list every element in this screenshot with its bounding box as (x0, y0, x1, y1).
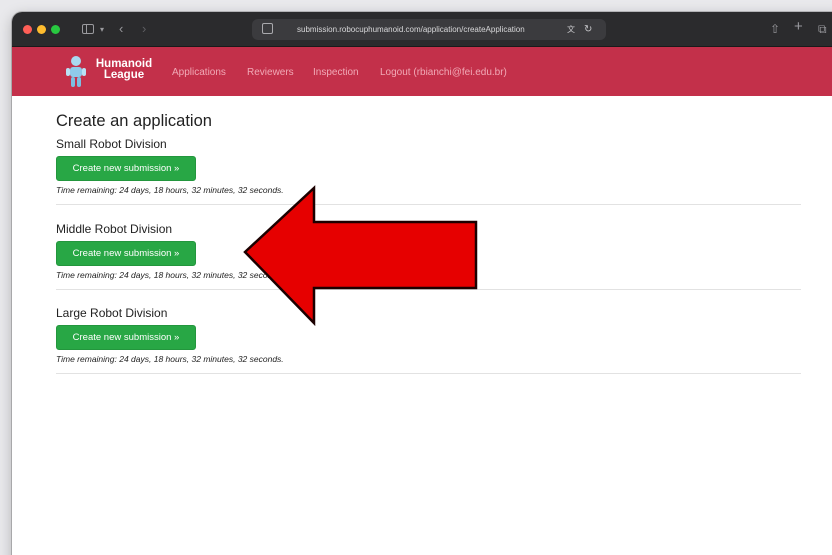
tabs-overview-icon[interactable]: ⧉ (818, 20, 827, 38)
page-title: Create an application (56, 112, 212, 130)
division-title: Middle Robot Division (56, 222, 173, 236)
address-bar[interactable]: submission.robocuphumanoid.com/applicati… (252, 19, 606, 40)
close-window-button[interactable] (23, 25, 32, 34)
chevron-down-icon[interactable]: ▾ (100, 21, 104, 39)
division-title: Small Robot Division (56, 137, 167, 151)
zoom-window-button[interactable] (51, 25, 60, 34)
division-title: Large Robot Division (56, 306, 168, 320)
translate-icon[interactable]: 文 (567, 19, 575, 40)
reload-icon[interactable]: ↻ (584, 19, 592, 40)
divider (56, 289, 801, 290)
logo-line-2: League (103, 69, 145, 81)
humanoid-league-logo[interactable]: Humanoid League (64, 54, 164, 90)
site-navbar: Humanoid League Applications Reviewers I… (12, 47, 832, 96)
create-submission-button-large[interactable]: Create new submission » (56, 325, 196, 350)
new-tab-icon[interactable]: + (794, 18, 803, 36)
nav-reviewers[interactable]: Reviewers (247, 67, 294, 78)
back-icon[interactable]: ‹ (119, 20, 123, 38)
share-icon[interactable]: ⇧ (770, 20, 780, 38)
browser-toolbar: ▾ ‹ › submission.robocuphumanoid.com/app… (12, 12, 832, 47)
browser-window: ▾ ‹ › submission.robocuphumanoid.com/app… (12, 12, 832, 555)
nav-inspection[interactable]: Inspection (313, 67, 359, 78)
sidebar-icon[interactable] (82, 24, 94, 34)
divider (56, 373, 801, 374)
create-submission-button-small[interactable]: Create new submission » (56, 156, 196, 181)
robot-logo-icon (66, 56, 86, 87)
time-remaining: Time remaining: 24 days, 18 hours, 32 mi… (56, 354, 284, 364)
time-remaining: Time remaining: 24 days, 18 hours, 32 mi… (56, 185, 284, 195)
divider (56, 204, 801, 205)
nav-applications[interactable]: Applications (172, 67, 226, 78)
address-url[interactable]: submission.robocuphumanoid.com/applicati… (297, 19, 525, 40)
nav-logout[interactable]: Logout (rbianchi@fei.edu.br) (380, 67, 507, 78)
site-settings-icon[interactable] (262, 23, 273, 34)
minimize-window-button[interactable] (37, 25, 46, 34)
create-submission-button-middle[interactable]: Create new submission » (56, 241, 196, 266)
forward-icon[interactable]: › (142, 20, 146, 38)
logo-wordmark: Humanoid League (89, 58, 159, 81)
time-remaining: Time remaining: 24 days, 18 hours, 32 mi… (56, 270, 284, 280)
